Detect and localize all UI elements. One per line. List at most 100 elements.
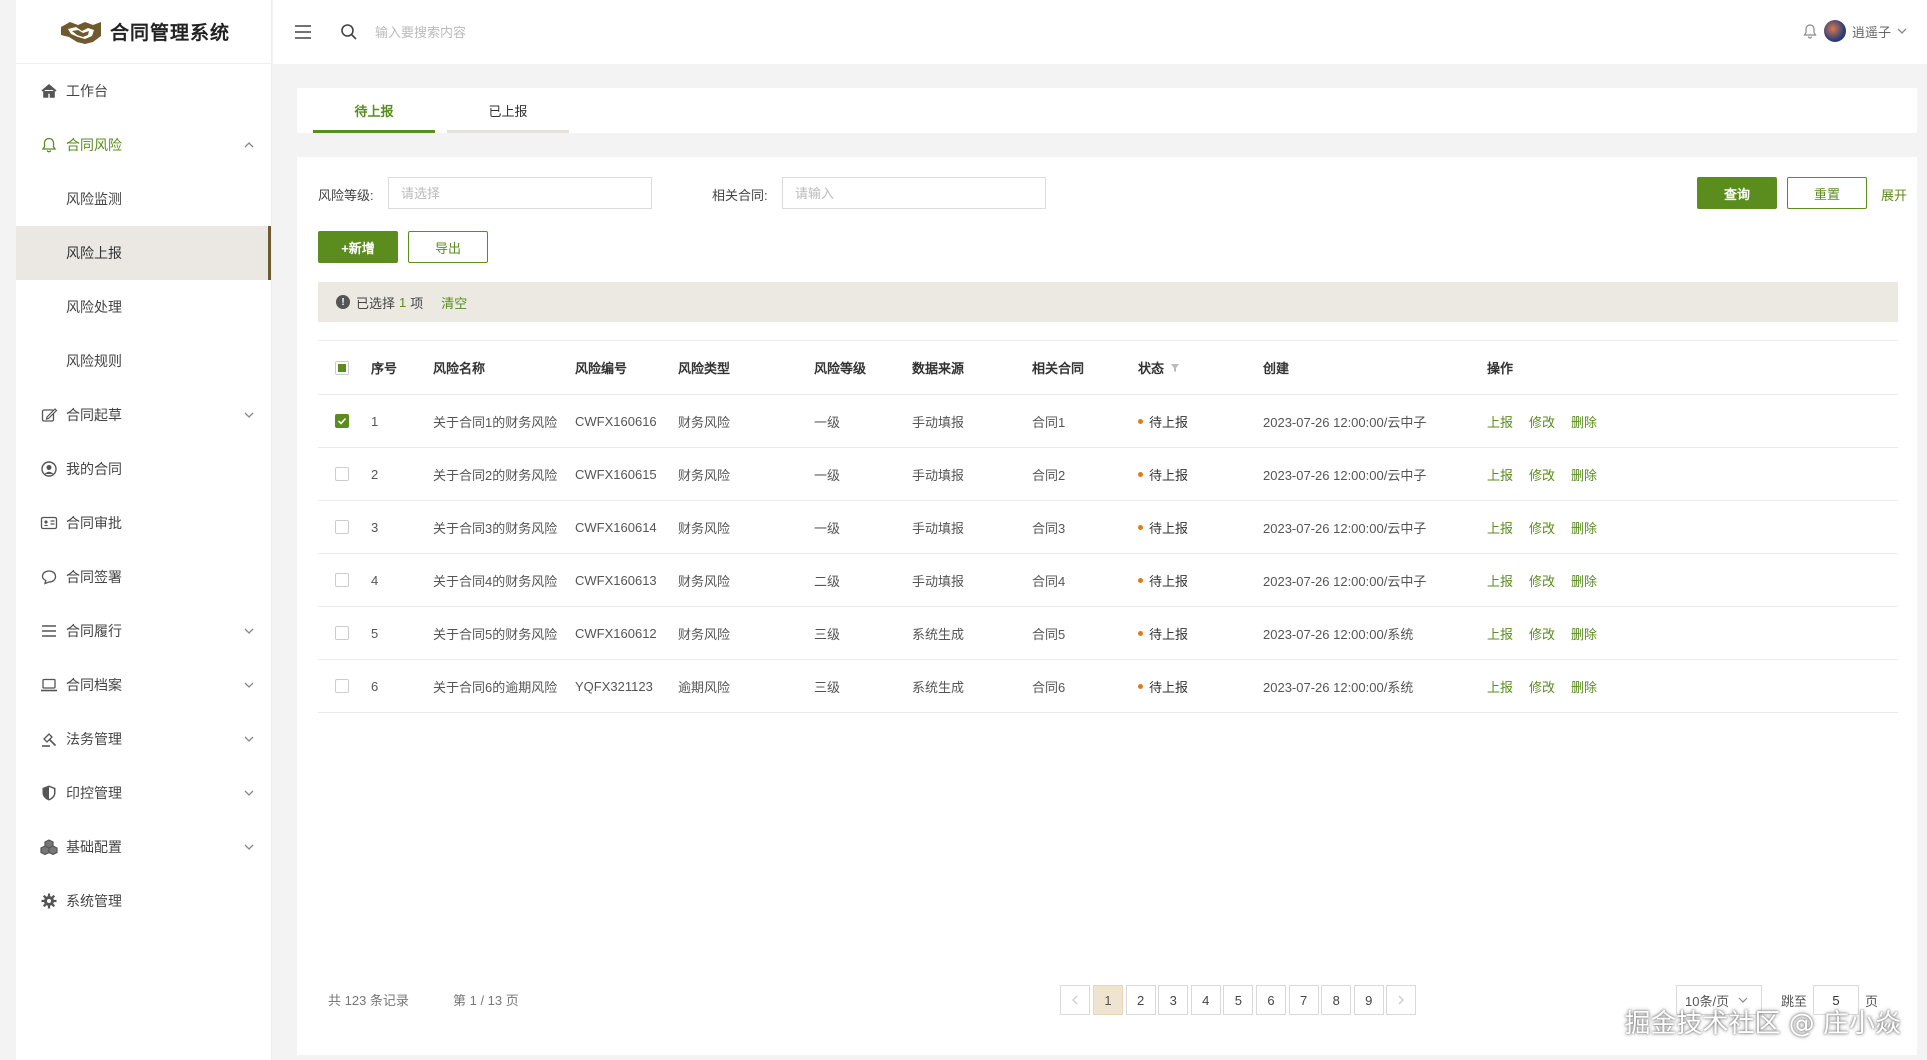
edit-link[interactable]: 修改 [1529,677,1555,696]
sidebar-item[interactable]: 合同起草 [16,388,271,442]
sidebar-item[interactable]: 我的合同 [16,442,271,496]
sidebar-item[interactable]: 法务管理 [16,712,271,766]
report-link[interactable]: 上报 [1487,677,1513,696]
tab-reported[interactable]: 已上报 [447,88,569,133]
table-row[interactable]: 1 关于合同1的财务风险 CWFX160616 财务风险 一级 手动填报 合同1 待上报 202… [318,395,1898,448]
avatar[interactable] [1823,20,1846,42]
next-page-button[interactable] [1386,985,1416,1015]
menu-toggle-icon[interactable] [293,22,313,42]
export-button[interactable]: 导出 [408,231,488,263]
cell-contract: 合同6 [1032,679,1066,695]
report-link[interactable]: 上报 [1487,412,1513,431]
cell-level: 一级 [814,467,841,483]
table-row[interactable]: 3 关于合同3的财务风险 CWFX160614 财务风险 一级 手动填报 合同3 待上报 202… [318,501,1898,554]
sidebar-item[interactable]: 基础配置 [16,820,271,874]
row-checkbox[interactable] [335,414,349,428]
table-row[interactable]: 2 关于合同2的财务风险 CWFX160615 财务风险 一级 手动填报 合同2 待上报 202… [318,448,1898,501]
cell-code: CWFX160613 [575,572,657,588]
sidebar-item[interactable]: 合同风险 [16,118,271,172]
reset-button[interactable]: 重置 [1787,177,1867,209]
delete-link[interactable]: 删除 [1571,624,1597,643]
chat-icon [40,568,58,586]
table-header-row: 序号 风险名称 风险编号 风险类型 风险等级 数据来源 相关合同 状态 创建 操作 [318,340,1898,395]
sidebar-subitem[interactable]: 风险处理 [16,280,271,334]
sidebar-subitem-label: 风险上报 [66,245,122,261]
row-checkbox[interactable] [335,626,349,640]
page-button[interactable]: 2 [1125,985,1156,1015]
cell-name: 关于合同1的财务风险 [433,414,558,430]
sidebar-item[interactable]: 合同履行 [16,604,271,658]
app-logo[interactable]: 合同管理系统 [16,0,271,64]
page-button[interactable]: 4 [1190,985,1221,1015]
report-link[interactable]: 上报 [1487,518,1513,537]
sidebar-item[interactable]: 工作台 [16,64,271,118]
cell-name: 关于合同4的财务风险 [433,573,558,589]
delete-link[interactable]: 删除 [1571,677,1597,696]
tab-pending[interactable]: 待上报 [313,88,435,133]
report-link[interactable]: 上报 [1487,465,1513,484]
chevron-up-icon [244,142,254,148]
edit-link[interactable]: 修改 [1529,624,1555,643]
sidebar-menu: 工作台 合同风险 风险监测 风险上报 风险处理 风险规则 合同起草 我的合同 合同审批 合同签署合… [16,64,271,928]
page-button[interactable]: 3 [1158,985,1189,1015]
col-header-source: 数据来源 [912,361,965,376]
page-button[interactable]: 8 [1321,985,1352,1015]
status-dot [1138,683,1143,689]
edit-link[interactable]: 修改 [1529,412,1555,431]
page-button[interactable]: 6 [1256,985,1286,1015]
chevron-left-icon [1072,995,1078,1005]
sidebar-item[interactable]: 系统管理 [16,874,271,928]
query-button[interactable]: 查询 [1697,177,1777,209]
cell-source: 系统生成 [912,679,965,695]
table-row[interactable]: 6 关于合同6的逾期风险 YQFX321123 逾期风险 三级 系统生成 合同6 待上报 202… [318,660,1898,713]
sidebar-item[interactable]: 合同签署 [16,550,271,604]
sidebar-item[interactable]: 合同档案 [16,658,271,712]
sidebar-item-label: 法务管理 [66,731,122,747]
delete-link[interactable]: 删除 [1571,518,1597,537]
sidebar-item-label: 合同档案 [66,677,122,693]
table-row[interactable]: 4 关于合同4的财务风险 CWFX160613 财务风险 二级 手动填报 合同4 待上报 202… [318,554,1898,607]
page-button[interactable]: 5 [1223,985,1254,1015]
col-header-contract: 相关合同 [1032,361,1085,376]
chevron-down-icon [1897,28,1907,34]
sidebar-item[interactable]: 合同审批 [16,496,271,550]
sidebar-subitem[interactable]: 风险监测 [16,172,271,226]
row-checkbox[interactable] [335,467,349,481]
delete-link[interactable]: 删除 [1571,412,1597,431]
sidebar-subitem[interactable]: 风险上报 [16,226,271,280]
filter-icon[interactable] [1170,363,1180,373]
search-input[interactable] [375,18,675,46]
page-button[interactable]: 9 [1353,985,1384,1015]
row-checkbox[interactable] [335,520,349,534]
cell-level: 一级 [814,520,841,536]
edit-link[interactable]: 修改 [1529,518,1555,537]
row-checkbox[interactable] [335,679,349,693]
user-menu[interactable]: 逍遥子 [1802,20,1909,42]
contract-input[interactable] [782,177,1046,209]
sidebar-subitem[interactable]: 风险规则 [16,334,271,388]
report-link[interactable]: 上报 [1487,624,1513,643]
select-all-checkbox[interactable] [335,360,349,375]
expand-link[interactable]: 展开 [1881,185,1907,204]
add-button[interactable]: +新增 [318,231,398,263]
notification-bell-icon[interactable] [1802,23,1818,39]
sidebar-item[interactable]: 印控管理 [16,766,271,820]
selection-count: 1 [399,294,407,310]
row-checkbox[interactable] [335,573,349,587]
page-button[interactable]: 7 [1288,985,1319,1015]
delete-link[interactable]: 删除 [1571,465,1597,484]
page-button[interactable]: 1 [1093,985,1123,1015]
risk-level-select[interactable] [388,177,652,209]
cell-created: 2023-07-26 12:00:00/云中子 [1263,414,1427,430]
cell-code: CWFX160615 [575,466,657,482]
table-row[interactable]: 5 关于合同5的财务风险 CWFX160612 财务风险 三级 系统生成 合同5 待上报 202… [318,607,1898,660]
delete-link[interactable]: 删除 [1571,571,1597,590]
report-link[interactable]: 上报 [1487,571,1513,590]
edit-link[interactable]: 修改 [1529,571,1555,590]
edit-link[interactable]: 修改 [1529,465,1555,484]
prev-page-button[interactable] [1060,985,1090,1015]
search-icon[interactable] [339,22,359,42]
selection-suffix: 项 [410,295,424,311]
clear-selection-link[interactable]: 清空 [441,293,467,312]
risk-table: 序号 风险名称 风险编号 风险类型 风险等级 数据来源 相关合同 状态 创建 操作 1 关于合同1的财… [318,340,1898,713]
